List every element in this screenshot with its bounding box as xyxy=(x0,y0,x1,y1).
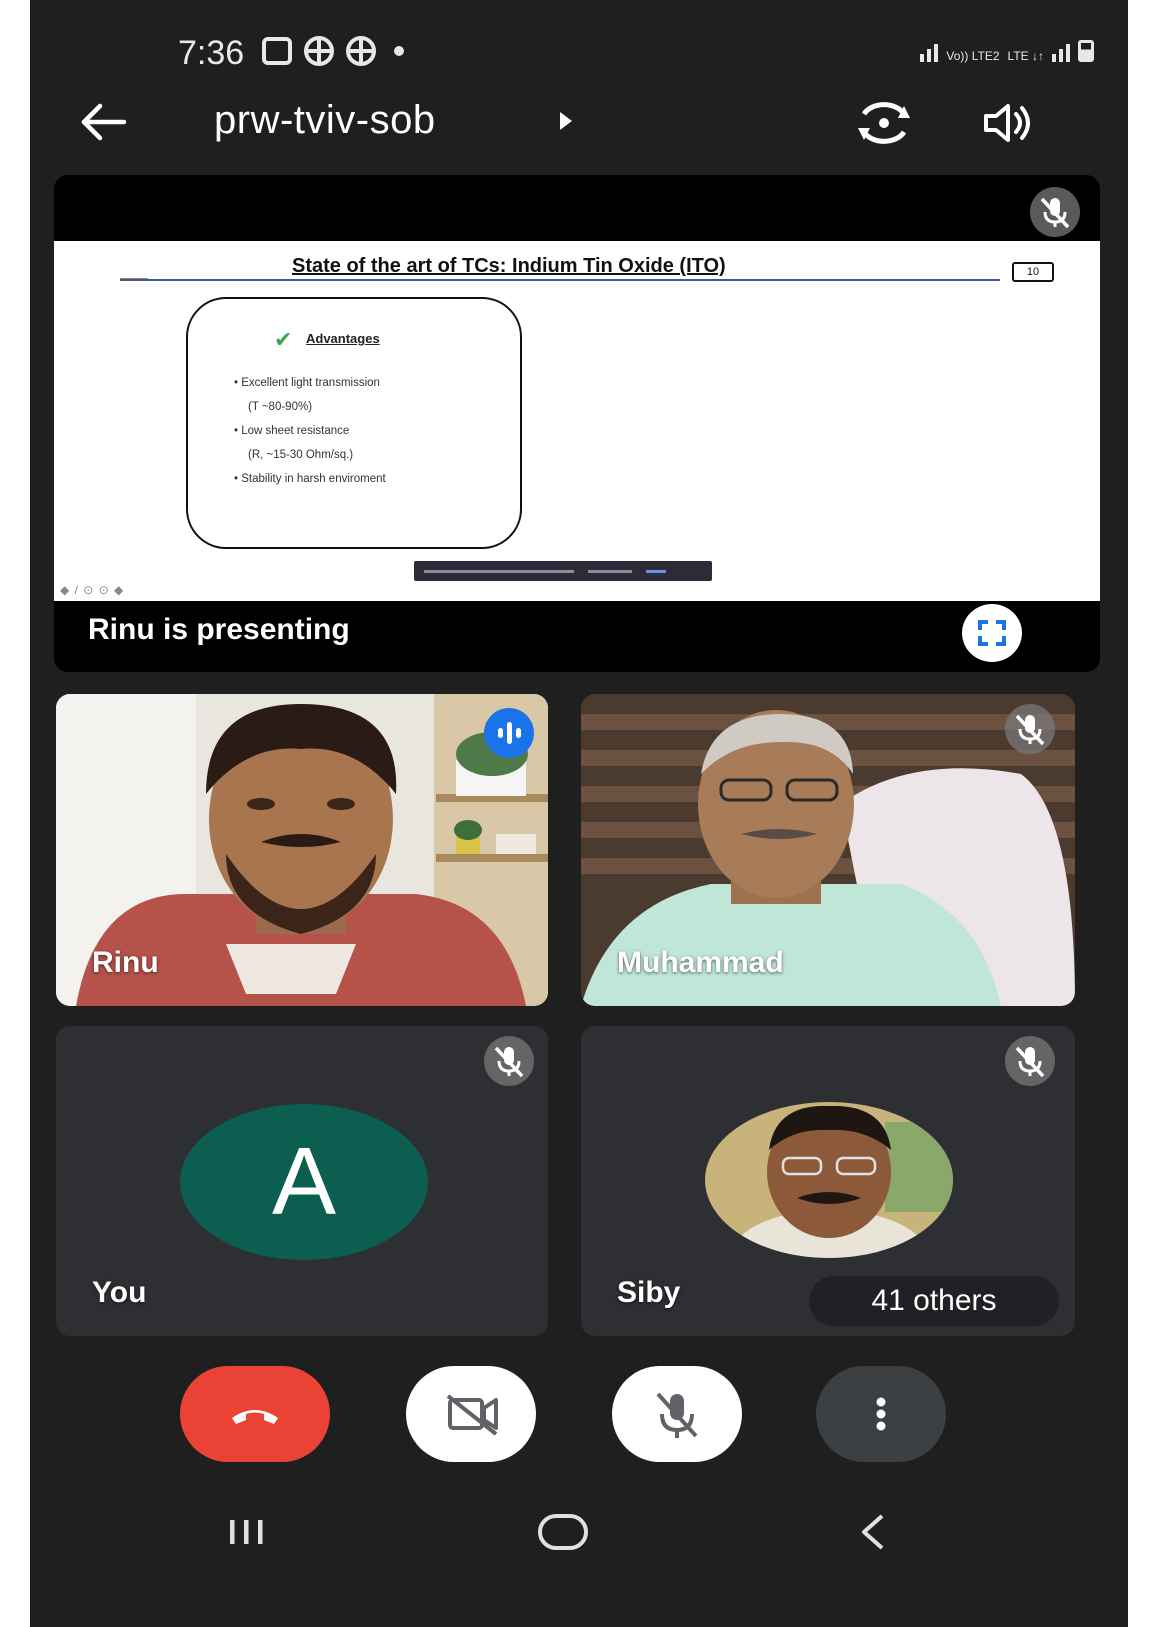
advantages-box: ✔ Advantages Excellent light transmissio… xyxy=(186,297,522,549)
check-icon: ✔ xyxy=(274,327,293,352)
mic-off-icon xyxy=(1005,1036,1055,1086)
recent-apps-icon[interactable] xyxy=(226,1518,268,1546)
avatar: A xyxy=(180,1104,428,1260)
slide-rule xyxy=(120,279,1000,281)
list-item: Excellent light transmission xyxy=(234,371,514,395)
more-vert-icon xyxy=(876,1397,886,1431)
home-icon[interactable] xyxy=(538,1514,588,1550)
screen-share-banner xyxy=(414,561,712,581)
status-time: 7:36 xyxy=(178,34,245,72)
advantages-list: Excellent light transmission (T ~80-90%)… xyxy=(234,371,514,491)
list-item: Low sheet resistance xyxy=(234,419,514,443)
end-call-button[interactable] xyxy=(180,1366,330,1462)
mic-off-icon xyxy=(1030,187,1080,237)
speaking-icon xyxy=(484,708,534,758)
speaker-icon[interactable] xyxy=(980,100,1036,146)
list-item: (R, ~15-30 Ohm/sq.) xyxy=(248,449,354,461)
status-right: Vo)) LTE2 LTE ↓↑ xyxy=(920,40,1094,62)
caret-right-icon[interactable] xyxy=(560,112,572,130)
phone-frame: 7:36 Vo)) LTE2 LTE ↓↑ prw-tviv-sob State… xyxy=(0,0,1158,1627)
participant-name: You xyxy=(92,1276,147,1309)
list-item: Stability in harsh enviroment xyxy=(234,467,514,491)
avatar xyxy=(705,1102,953,1258)
signal-icon xyxy=(1052,44,1070,62)
presentation-tile[interactable]: State of the art of TCs: Indium Tin Oxid… xyxy=(54,175,1100,672)
others-count-button[interactable]: 41 others xyxy=(809,1276,1059,1326)
participant-tile-rinu[interactable]: Rinu xyxy=(56,694,548,1006)
mic-off-icon xyxy=(1005,704,1055,754)
camera-off-icon xyxy=(446,1394,498,1436)
participant-name: Muhammad xyxy=(617,946,784,979)
mic-toggle-button[interactable] xyxy=(612,1366,742,1462)
meet-screen: 7:36 Vo)) LTE2 LTE ↓↑ prw-tviv-sob State… xyxy=(30,0,1128,1627)
more-notifications-icon xyxy=(394,46,404,56)
more-options-button[interactable] xyxy=(816,1366,946,1462)
network-label: LTE ↓↑ xyxy=(1007,49,1044,63)
slide-nav: ◆ / ⊙ ⊙ ◆ xyxy=(60,583,125,597)
participant-tile-siby[interactable]: Siby 41 others xyxy=(581,1026,1075,1336)
mic-off-icon xyxy=(656,1392,698,1438)
camera-toggle-button[interactable] xyxy=(406,1366,536,1462)
switch-camera-icon[interactable] xyxy=(854,100,914,146)
arrow-left-icon[interactable] xyxy=(78,102,128,142)
app-notification-icon xyxy=(304,36,334,66)
slide-title: State of the art of TCs: Indium Tin Oxid… xyxy=(292,255,726,277)
participant-tile-you[interactable]: A You xyxy=(56,1026,548,1336)
presenting-label: Rinu is presenting xyxy=(88,613,350,646)
list-item: (T ~80-90%) xyxy=(248,401,313,413)
nav-back-icon[interactable] xyxy=(858,1512,888,1552)
end-call-icon xyxy=(232,1410,278,1424)
participant-name: Siby xyxy=(617,1276,681,1309)
shared-slide: State of the art of TCs: Indium Tin Oxid… xyxy=(54,241,1100,601)
participant-tile-muhammad[interactable]: Muhammad xyxy=(581,694,1075,1006)
battery-icon xyxy=(1078,40,1094,62)
notification-icons xyxy=(262,36,404,66)
signal-icon xyxy=(920,44,939,62)
meeting-code[interactable]: prw-tviv-sob xyxy=(214,98,436,143)
fullscreen-button[interactable] xyxy=(962,604,1022,662)
advantages-heading: Advantages xyxy=(306,331,380,346)
gallery-icon xyxy=(262,37,292,65)
app-notification-icon xyxy=(346,36,376,66)
mic-off-icon xyxy=(484,1036,534,1086)
network-label: Vo)) LTE2 xyxy=(946,49,1000,63)
fullscreen-icon xyxy=(978,620,1006,646)
participant-name: Rinu xyxy=(92,946,159,979)
slide-page-number: 10 xyxy=(1012,262,1054,282)
